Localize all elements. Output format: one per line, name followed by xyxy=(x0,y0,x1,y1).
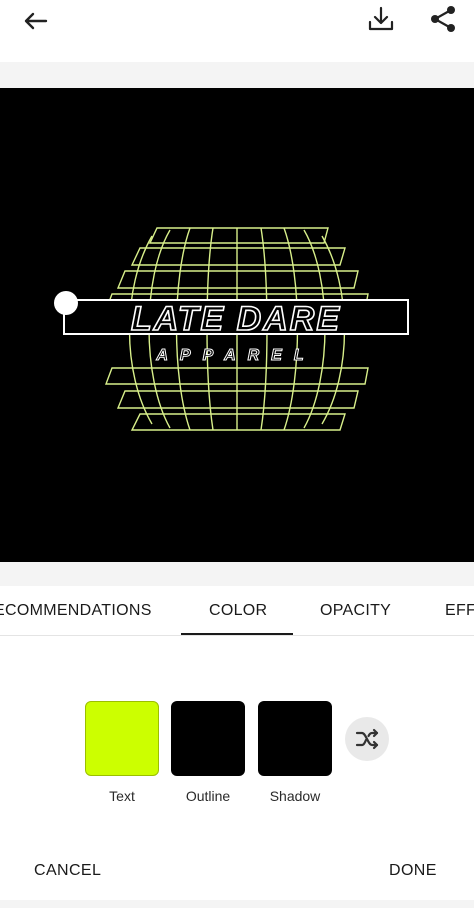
selection-handle[interactable] xyxy=(54,291,78,315)
outline-swatch-label: Outline xyxy=(185,788,231,804)
done-button[interactable]: DONE xyxy=(389,862,437,880)
cancel-button[interactable]: CANCEL xyxy=(34,862,101,880)
download-icon[interactable] xyxy=(364,2,398,36)
arrow-left-icon[interactable] xyxy=(18,4,52,38)
canvas-top-margin xyxy=(0,62,474,88)
design-title-text: LATE DARE xyxy=(131,300,341,338)
edit-tabs: ECOMMENDATIONS COLOR OPACITY EFF xyxy=(0,586,474,636)
tab-color[interactable]: COLOR xyxy=(209,602,267,620)
top-bar xyxy=(0,0,474,62)
canvas-bottom-margin xyxy=(0,562,474,586)
tab-opacity[interactable]: OPACITY xyxy=(320,602,391,620)
tab-recommendations[interactable]: ECOMMENDATIONS xyxy=(0,602,152,620)
text-color-swatch[interactable] xyxy=(85,701,159,776)
text-swatch-label: Text xyxy=(109,788,135,804)
shuffle-colors-button[interactable] xyxy=(345,717,389,761)
shuffle-icon xyxy=(355,728,379,750)
tab-effects[interactable]: EFF xyxy=(445,602,474,620)
shadow-swatch-label: Shadow xyxy=(269,788,321,804)
design-subtitle-text: APPAREL xyxy=(155,347,315,364)
shadow-color-swatch[interactable] xyxy=(258,701,332,776)
bottom-bar xyxy=(0,900,474,908)
outline-color-swatch[interactable] xyxy=(171,701,245,776)
color-panel: Text Outline Shadow xyxy=(0,637,474,857)
active-tab-indicator xyxy=(181,633,293,635)
design-canvas[interactable]: LATE DARE APPAREL xyxy=(0,88,474,562)
share-icon[interactable] xyxy=(426,2,460,36)
design-artwork: LATE DARE APPAREL xyxy=(54,227,409,431)
